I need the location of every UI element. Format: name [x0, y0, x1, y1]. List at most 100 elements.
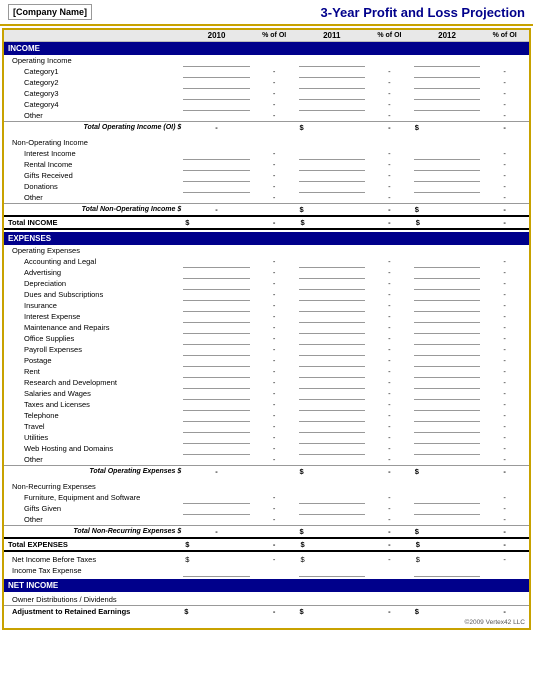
- ins-2012[interactable]: [414, 300, 481, 311]
- tel-2010[interactable]: [183, 410, 250, 421]
- tax-2012[interactable]: [414, 399, 481, 410]
- itax-2012[interactable]: [414, 565, 481, 576]
- maint-2011[interactable]: [299, 322, 366, 333]
- sal-2011[interactable]: [299, 388, 366, 399]
- itax-2011[interactable]: [299, 565, 366, 576]
- gifts-rec-2012[interactable]: [414, 170, 481, 181]
- gifts-giv-2010[interactable]: [183, 503, 250, 514]
- dep-2012[interactable]: [414, 278, 481, 289]
- cat1-2011[interactable]: [299, 66, 366, 77]
- int-exp-2010[interactable]: [183, 311, 250, 322]
- web-2012[interactable]: [414, 443, 481, 454]
- dep-2011[interactable]: [299, 278, 366, 289]
- cat2-2010[interactable]: [183, 77, 250, 88]
- cat4-2011[interactable]: [299, 99, 366, 110]
- dep-2010[interactable]: [183, 278, 250, 289]
- rent-2011[interactable]: [299, 366, 366, 377]
- gifts-rec-2011[interactable]: [299, 170, 366, 181]
- payroll-2011[interactable]: [299, 344, 366, 355]
- other-2011[interactable]: [299, 110, 366, 122]
- other-2012[interactable]: [414, 110, 481, 122]
- travel-2012[interactable]: [414, 421, 481, 432]
- noi-other-2011[interactable]: [299, 192, 366, 204]
- interest-2012[interactable]: [414, 148, 481, 159]
- furn-2010[interactable]: [183, 492, 250, 503]
- int-exp-2012[interactable]: [414, 311, 481, 322]
- maint-2012[interactable]: [414, 322, 481, 333]
- ins-2011[interactable]: [299, 300, 366, 311]
- cat3-2011[interactable]: [299, 88, 366, 99]
- donations-2011[interactable]: [299, 181, 366, 192]
- adv-2011[interactable]: [299, 267, 366, 278]
- rental-2012[interactable]: [414, 159, 481, 170]
- postage-2010[interactable]: [183, 355, 250, 366]
- cat2-2012[interactable]: [414, 77, 481, 88]
- postage-2011[interactable]: [299, 355, 366, 366]
- gifts-rec-2010[interactable]: [183, 170, 250, 181]
- donations-2010[interactable]: [183, 181, 250, 192]
- postage-2012[interactable]: [414, 355, 481, 366]
- cat1-2010[interactable]: [183, 66, 250, 77]
- furn-2011[interactable]: [299, 492, 366, 503]
- cat3-2010[interactable]: [183, 88, 250, 99]
- rental-2010[interactable]: [183, 159, 250, 170]
- adv-2012[interactable]: [414, 267, 481, 278]
- adv-2010[interactable]: [183, 267, 250, 278]
- dues-2012[interactable]: [414, 289, 481, 300]
- acct-2010[interactable]: [183, 256, 250, 267]
- tel-2011[interactable]: [299, 410, 366, 421]
- oi-2012-input[interactable]: [414, 55, 481, 66]
- web-2010[interactable]: [183, 443, 250, 454]
- oi-2010-input[interactable]: [183, 55, 250, 66]
- rd-2011[interactable]: [299, 377, 366, 388]
- acct-2011[interactable]: [299, 256, 366, 267]
- util-2011[interactable]: [299, 432, 366, 443]
- oi-2011-input[interactable]: [299, 55, 366, 66]
- travel-2010[interactable]: [183, 421, 250, 432]
- acct-2012[interactable]: [414, 256, 481, 267]
- itax-2010[interactable]: [183, 565, 250, 576]
- donations-2012[interactable]: [414, 181, 481, 192]
- util-2012[interactable]: [414, 432, 481, 443]
- dues-2011[interactable]: [299, 289, 366, 300]
- nre-other-2010[interactable]: [183, 514, 250, 526]
- payroll-2010[interactable]: [183, 344, 250, 355]
- cat1-2012[interactable]: [414, 66, 481, 77]
- web-2011[interactable]: [299, 443, 366, 454]
- rental-2011[interactable]: [299, 159, 366, 170]
- nre-other-2012[interactable]: [414, 514, 481, 526]
- tax-2010[interactable]: [183, 399, 250, 410]
- gifts-giv-2012[interactable]: [414, 503, 481, 514]
- cat3-2012[interactable]: [414, 88, 481, 99]
- cat2-2011[interactable]: [299, 77, 366, 88]
- dues-2010[interactable]: [183, 289, 250, 300]
- nre-other-2011[interactable]: [299, 514, 366, 526]
- rent-2010[interactable]: [183, 366, 250, 377]
- cat4-2012[interactable]: [414, 99, 481, 110]
- office-2011[interactable]: [299, 333, 366, 344]
- maint-2010[interactable]: [183, 322, 250, 333]
- tax-2011[interactable]: [299, 399, 366, 410]
- noi-other-2012[interactable]: [414, 192, 481, 204]
- noi-other-2010[interactable]: [183, 192, 250, 204]
- cat4-2010[interactable]: [183, 99, 250, 110]
- travel-2011[interactable]: [299, 421, 366, 432]
- tel-2012[interactable]: [414, 410, 481, 421]
- rd-2010[interactable]: [183, 377, 250, 388]
- oe-other-2011[interactable]: [299, 454, 366, 466]
- sal-2012[interactable]: [414, 388, 481, 399]
- interest-2010[interactable]: [183, 148, 250, 159]
- oe-other-2010[interactable]: [183, 454, 250, 466]
- office-2012[interactable]: [414, 333, 481, 344]
- office-2010[interactable]: [183, 333, 250, 344]
- furn-2012[interactable]: [414, 492, 481, 503]
- rd-2012[interactable]: [414, 377, 481, 388]
- ins-2010[interactable]: [183, 300, 250, 311]
- payroll-2012[interactable]: [414, 344, 481, 355]
- util-2010[interactable]: [183, 432, 250, 443]
- sal-2010[interactable]: [183, 388, 250, 399]
- oe-other-2012[interactable]: [414, 454, 481, 466]
- interest-2011[interactable]: [299, 148, 366, 159]
- rent-2012[interactable]: [414, 366, 481, 377]
- int-exp-2011[interactable]: [299, 311, 366, 322]
